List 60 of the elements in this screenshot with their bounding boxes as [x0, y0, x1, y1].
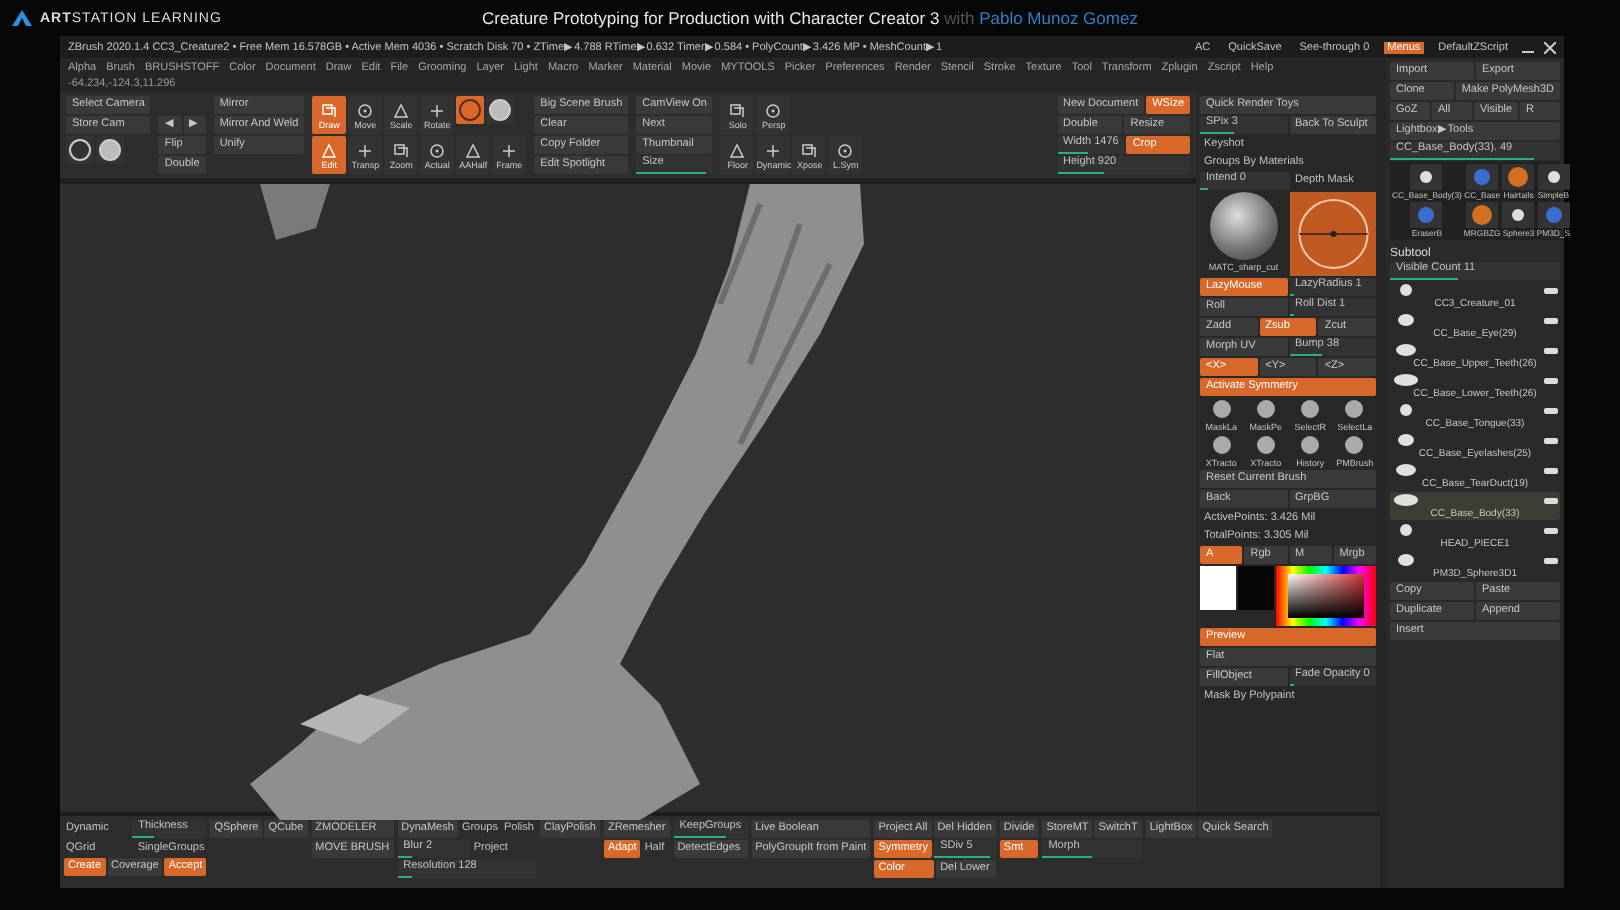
- tool-thumbnail[interactable]: [1502, 164, 1535, 190]
- visibility-icon[interactable]: [1544, 557, 1558, 563]
- course-title: Creature Prototyping for Production with Character Creator 3: [482, 8, 940, 28]
- by-label: with: [944, 8, 975, 28]
- mesh-thumbnail-icon: [1392, 462, 1420, 478]
- brush-icon[interactable]: [1298, 434, 1323, 456]
- mesh-thumbnail-icon: [1392, 372, 1420, 388]
- logo-icon: [12, 9, 32, 27]
- brush-icon[interactable]: [1209, 398, 1234, 420]
- tool-icon: [836, 141, 855, 159]
- tool-icon: [728, 141, 747, 159]
- visibility-icon[interactable]: [1544, 287, 1558, 293]
- color-picker[interactable]: [1276, 566, 1376, 626]
- visibility-icon[interactable]: [1544, 377, 1558, 383]
- brush-icon[interactable]: [1342, 398, 1367, 420]
- depth-mask-drawing[interactable]: [1289, 192, 1376, 276]
- tool-icon: [392, 141, 411, 159]
- visibility-icon[interactable]: [1544, 317, 1558, 323]
- material-sphere[interactable]: [1209, 192, 1278, 260]
- visibility-icon[interactable]: [1544, 527, 1558, 533]
- tool-icon: [428, 101, 447, 119]
- mesh-thumbnail-icon: [1392, 552, 1420, 568]
- tool-icon: [764, 101, 783, 119]
- visibility-icon[interactable]: [1544, 347, 1558, 353]
- brush-icon[interactable]: [1253, 398, 1278, 420]
- tool-thumbnail[interactable]: [1537, 164, 1570, 190]
- tool-thumbnail[interactable]: [1502, 202, 1535, 228]
- brush-icon[interactable]: [1253, 434, 1278, 456]
- brush-icon[interactable]: [1342, 434, 1367, 456]
- brush-icon[interactable]: [1209, 434, 1234, 456]
- color-swatch[interactable]: [1200, 566, 1236, 610]
- tool-icon: [728, 101, 747, 119]
- sphere-icon: [488, 98, 513, 122]
- mesh-thumbnail-icon: [1392, 312, 1420, 328]
- tool-icon: [500, 141, 519, 159]
- circle-icon: [68, 138, 92, 162]
- tool-icon: [800, 141, 819, 159]
- author-link[interactable]: Pablo Munoz Gomez: [979, 8, 1138, 28]
- tool-icon: [356, 141, 375, 159]
- visibility-icon[interactable]: [1544, 497, 1558, 503]
- close-icon[interactable]: [1544, 41, 1556, 53]
- mesh-thumbnail-icon: [1392, 342, 1420, 358]
- visibility-icon[interactable]: [1544, 407, 1558, 413]
- circle-icon: [458, 98, 483, 122]
- sphere-icon: [98, 138, 122, 162]
- tool-icon: [320, 141, 339, 159]
- tool-thumbnail[interactable]: [1466, 202, 1499, 228]
- mesh-thumbnail-icon: [1392, 492, 1420, 508]
- mesh-thumbnail-icon: [1392, 432, 1420, 448]
- tool-thumbnail[interactable]: [1537, 202, 1570, 228]
- icon-button[interactable]: [456, 96, 485, 124]
- tool-thumbnail[interactable]: [1466, 164, 1499, 190]
- visibility-icon[interactable]: [1544, 467, 1558, 473]
- color-swatch[interactable]: [1238, 566, 1274, 610]
- visibility-icon[interactable]: [1544, 437, 1558, 443]
- brush-icon[interactable]: [1298, 398, 1323, 420]
- tool-thumbnail[interactable]: [1410, 164, 1443, 190]
- tool-icon: [320, 101, 339, 119]
- tool-thumbnail[interactable]: [1410, 202, 1443, 228]
- tool-icon: [764, 141, 783, 159]
